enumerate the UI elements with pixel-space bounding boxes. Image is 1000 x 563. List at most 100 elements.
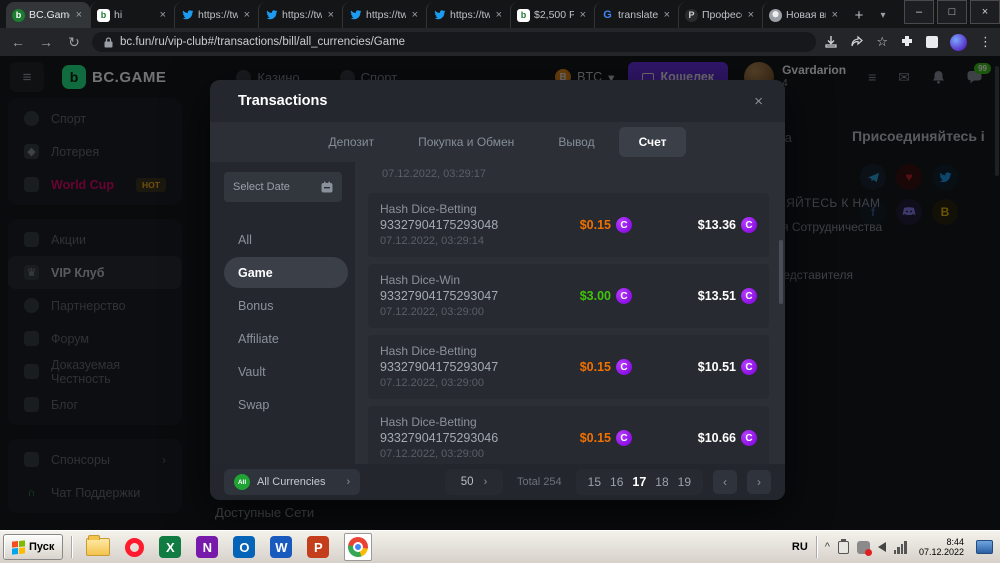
select-date-button[interactable]: Select Date [224,172,342,202]
chrome-taskbar-button[interactable] [344,533,372,561]
extensions-puzzle-icon[interactable] [900,35,914,49]
transaction-row-partial[interactable]: 07.12.2022, 03:29:17 [368,162,769,186]
filter-all[interactable]: All [224,224,343,255]
restore-button[interactable]: □ [937,0,967,24]
coin-icon: C [741,217,757,233]
all-currencies-button[interactable]: All All Currencies › [224,469,360,495]
transaction-row[interactable]: Hash Dice-Betting 93327904175293046 07.1… [368,406,769,464]
tab-close-icon[interactable]: × [242,9,252,21]
start-button[interactable]: Пуск [3,534,63,560]
transaction-time: 07.12.2022, 03:29:00 [380,304,522,320]
page-16[interactable]: 16 [610,475,623,489]
extension-icon[interactable] [926,36,938,48]
minimize-button[interactable]: – [904,0,934,24]
notification-tray-icon[interactable] [857,541,870,554]
coin-icon: C [616,430,632,446]
tab-close-icon[interactable]: × [410,9,420,21]
bookmark-star-icon[interactable]: ☆ [876,34,888,50]
profile-avatar-icon[interactable] [950,34,967,51]
modal-close-icon[interactable]: × [754,93,763,110]
share-icon[interactable] [850,35,864,49]
window-controls: – □ × [901,0,1000,24]
chrome-icon [348,537,368,557]
excel-icon[interactable]: X [159,536,181,558]
onenote-icon[interactable]: N [196,536,218,558]
browser-tab-newtab[interactable]: Новая вк × [762,2,846,28]
outlook-icon[interactable]: O [233,536,255,558]
transaction-row[interactable]: Hash Dice-Betting 93327904175293047 07.1… [368,335,769,399]
file-explorer-icon[interactable] [86,538,110,556]
filter-bonus[interactable]: Bonus [224,290,343,321]
page-15[interactable]: 15 [588,475,601,489]
network-signal-icon[interactable] [894,541,907,554]
tab-label: BC.Game [29,9,70,21]
pagination: 15 16 17 18 19 [576,469,703,495]
filter-vault[interactable]: Vault [224,356,343,387]
page-viewport: ≡ b BC.GAME Казино Спорт B BTC ▾ Кошелек… [0,56,1000,530]
browser-tab-bcgame[interactable]: b BC.Game × [6,2,90,28]
browser-window: b BC.Game × b hi × https://tw × https://… [0,0,1000,563]
forward-button[interactable]: → [36,34,56,50]
tab-close-icon[interactable]: × [578,9,588,21]
tab-close-icon[interactable]: × [74,9,84,21]
tab-close-icon[interactable]: × [494,9,504,21]
browser-tab-hi[interactable]: b hi × [90,2,174,28]
tab-close-icon[interactable]: × [830,9,840,21]
tab-label: translate [618,9,658,21]
transaction-row[interactable]: Hash Dice-Betting 93327904175293048 07.1… [368,193,769,257]
powerpoint-icon[interactable]: P [307,536,329,558]
transaction-id: 93327904175293047 [380,359,522,375]
install-icon[interactable] [824,35,838,49]
prev-page-button[interactable]: ‹ [713,470,737,494]
address-bar[interactable]: bc.fun/ru/vip-club#/transactions/bill/al… [92,32,816,52]
language-indicator[interactable]: RU [792,541,808,553]
filter-swap[interactable]: Swap [224,389,343,420]
list-scrollbar[interactable] [779,240,783,304]
quick-launch: X N O W P [86,533,372,561]
tab-withdraw[interactable]: Вывод [538,127,614,157]
chevron-right-icon: › [346,476,350,488]
filter-game[interactable]: Game [224,257,348,288]
transaction-row[interactable]: Hash Dice-Win 93327904175293047 07.12.20… [368,264,769,328]
back-button[interactable]: ← [8,34,28,50]
browser-tab-profession[interactable]: P Профессо × [678,2,762,28]
close-window-button[interactable]: × [970,0,1000,24]
tab-label: Новая вк [786,9,826,21]
transaction-time: 07.12.2022, 03:29:14 [380,233,522,249]
browser-tab-twitter-2[interactable]: https://tw × [258,2,342,28]
browser-tab-translate[interactable]: G translate × [594,2,678,28]
transaction-id: 93327904175293047 [380,288,522,304]
browser-tab-promo[interactable]: b $2,500 Pr × [510,2,594,28]
taskbar-clock[interactable]: 8:44 07.12.2022 [919,537,964,558]
browser-menu-icon[interactable]: ⋮ [979,34,992,50]
tab-label: https://tw [198,9,238,21]
tab-deposit[interactable]: Депозит [309,127,395,157]
opera-icon[interactable] [125,538,144,557]
tab-close-icon[interactable]: × [158,9,168,21]
page-19[interactable]: 19 [678,475,691,489]
tab-bill[interactable]: Счет [619,127,687,157]
page-18[interactable]: 18 [655,475,668,489]
reload-button[interactable]: ↻ [64,34,84,51]
tab-close-icon[interactable]: × [746,9,756,21]
volume-icon[interactable] [878,542,886,552]
show-desktop-button[interactable] [976,540,993,554]
modal-header: Transactions × [210,80,785,122]
page-17-current[interactable]: 17 [632,475,646,489]
filter-affiliate[interactable]: Affiliate [224,323,343,354]
tab-buy-exchange[interactable]: Покупка и Обмен [398,127,534,157]
hidden-icons-caret[interactable]: ^ [825,541,830,553]
browser-tab-twitter-1[interactable]: https://tw × [174,2,258,28]
tab-list-chevron-icon[interactable]: ▾ [872,2,894,28]
tab-close-icon[interactable]: × [326,9,336,21]
tab-close-icon[interactable]: × [662,9,672,21]
transaction-id: 93327904175293046 [380,430,522,446]
bcgame-favicon: b [97,9,110,22]
browser-tab-twitter-3[interactable]: https://tw × [342,2,426,28]
browser-tab-twitter-4[interactable]: https://tw × [426,2,510,28]
clipboard-tray-icon[interactable] [838,541,849,554]
page-size-selector[interactable]: 50 › [445,469,503,495]
word-icon[interactable]: W [270,536,292,558]
new-tab-button[interactable]: + [846,2,872,28]
next-page-button[interactable]: › [747,470,771,494]
